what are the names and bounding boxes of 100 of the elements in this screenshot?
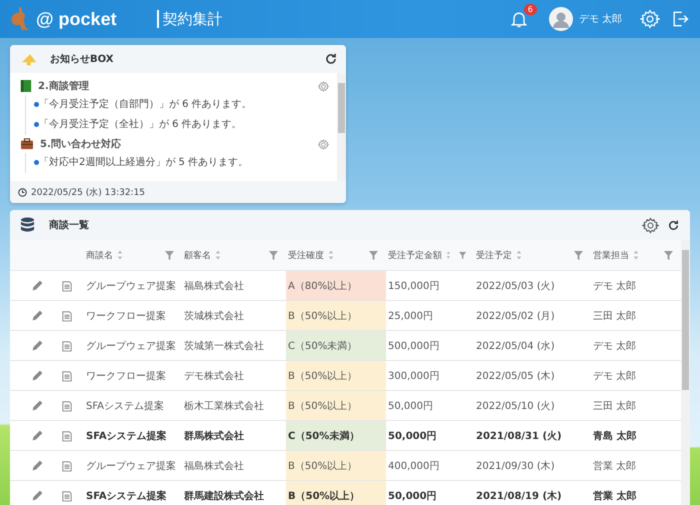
page-title: 契約集計 [162, 10, 223, 28]
probability-cell: B（50%以上） [286, 361, 386, 390]
avatar-icon[interactable] [548, 7, 573, 31]
document-icon[interactable] [62, 490, 72, 502]
filter-icon[interactable] [664, 250, 673, 260]
settings-icon[interactable] [642, 216, 659, 234]
table-cell-text: 50,000円 [387, 490, 438, 504]
scrollbar[interactable] [681, 240, 690, 505]
panel-title: 商談一覧 [49, 218, 89, 232]
table-cell-text: 50,000円 [387, 400, 434, 414]
table-cell-text: 群馬株式会社 [183, 430, 245, 444]
edit-icon[interactable] [30, 429, 44, 442]
table-cell-text: 青島 太郎 [592, 429, 638, 444]
table-cell-text: 400,000円 [387, 460, 440, 474]
notice-link[interactable]: 「今月受注予定（自部門）」が 6 件あります。 [39, 97, 252, 111]
table-cell-text: 300,000円 [387, 370, 440, 384]
document-icon[interactable] [62, 400, 72, 412]
filter-icon[interactable] [369, 250, 378, 260]
scrollbar[interactable] [337, 73, 346, 181]
sort-icon[interactable] [328, 250, 334, 260]
table-cell-text: 三田 太郎 [592, 400, 638, 414]
table-cell-text: デモ株式会社 [183, 370, 245, 384]
notification-badge: 6 [524, 4, 537, 15]
filter-icon[interactable] [269, 250, 278, 260]
probability-cell: B（50%以上） [286, 451, 386, 480]
edit-icon[interactable] [30, 339, 44, 352]
notice-link[interactable]: 「対応中2週間以上経過分」が 5 件あります。 [39, 155, 248, 169]
table-cell-text: 2022/05/02 (月) [475, 310, 556, 324]
document-icon[interactable] [62, 340, 72, 352]
sort-icon[interactable] [446, 250, 451, 260]
table-cell-text: 2022/05/03 (火) [475, 280, 556, 294]
document-icon[interactable] [62, 370, 72, 382]
table-cell-text: 2022/05/04 (水) [475, 340, 556, 354]
table-cell-text: 25,000円 [387, 310, 434, 324]
table-cell-text: 営業 太郎 [592, 489, 638, 504]
table-cell-text: 2021/09/30 (木) [475, 460, 556, 474]
table-cell-text: 営業 太郎 [592, 460, 638, 474]
filter-icon[interactable] [165, 250, 174, 260]
clock-icon [18, 188, 27, 196]
table-cell-text: 500,000円 [387, 340, 440, 354]
sort-icon[interactable] [516, 250, 522, 260]
column-header[interactable]: 受注確度 [286, 248, 324, 262]
probability-cell: B（50%以上） [286, 391, 386, 420]
timestamp: 2022/05/25 (水) 13:32:15 [31, 186, 146, 198]
table-cell-text: デモ 太郎 [592, 280, 638, 294]
sort-icon[interactable] [215, 250, 221, 260]
edit-icon[interactable] [30, 309, 44, 322]
document-icon[interactable] [62, 310, 72, 322]
sort-icon[interactable] [633, 250, 639, 260]
table-cell-text: ワークフロー提案 [85, 310, 167, 324]
edit-icon[interactable] [30, 459, 44, 472]
probability-cell: C（50%未満） [286, 421, 386, 450]
book-icon [20, 79, 32, 93]
settings-icon[interactable] [318, 80, 329, 92]
edit-icon[interactable] [30, 369, 44, 382]
app-logo[interactable]: @ pocket [36, 8, 117, 30]
table-cell-text: 2021/08/31 (火) [475, 430, 563, 444]
document-icon[interactable] [62, 430, 72, 442]
column-header[interactable]: 商談名 [84, 248, 113, 262]
table-cell-text: SFAシステム提案 [85, 400, 166, 414]
column-header[interactable]: 顧客名 [182, 248, 211, 262]
edit-icon[interactable] [30, 399, 44, 412]
document-icon[interactable] [62, 280, 72, 292]
table-cell-text: 三田 太郎 [592, 310, 638, 324]
document-icon[interactable] [62, 460, 72, 472]
table-cell-text: 2022/05/05 (木) [475, 370, 556, 384]
probability-cell: B（50%以上） [286, 481, 386, 505]
table-cell-text: 2022/05/10 (火) [475, 400, 556, 414]
filter-icon[interactable] [458, 250, 466, 260]
probability-cell: A（80%以上） [286, 271, 386, 300]
table-cell-text: ワークフロー提案 [85, 370, 167, 384]
group-title: 2.商談管理 [38, 79, 89, 93]
table-cell-text: デモ 太郎 [592, 370, 638, 384]
table-cell-text: 茨城第一株式会社 [183, 340, 265, 354]
table-cell-text: 栃木工業株式会社 [183, 400, 265, 414]
table-cell-text: SFAシステム提案 [85, 489, 168, 504]
edit-icon[interactable] [30, 279, 44, 292]
probability-cell: B（50%以上） [286, 301, 386, 330]
filter-icon[interactable] [574, 250, 583, 260]
probability-cell: C（50%未満） [286, 331, 386, 360]
column-header[interactable]: 受注予定金額 [386, 248, 442, 262]
settings-icon[interactable] [318, 138, 329, 150]
table-cell-text: グループウェア提案 [85, 340, 177, 354]
table-cell-text: 50,000円 [387, 430, 438, 444]
database-icon [20, 216, 35, 234]
panel-title: お知らせBOX [50, 52, 114, 66]
table-cell-text: 福島株式会社 [183, 460, 245, 474]
column-header[interactable]: 受注予定 [474, 248, 512, 262]
briefcase-icon [20, 138, 34, 150]
table-cell-text: 群馬建設株式会社 [183, 490, 265, 504]
refresh-icon[interactable] [324, 52, 338, 66]
table-cell-text: グループウェア提案 [85, 460, 177, 474]
group-title: 5.問い合わせ対応 [40, 137, 121, 151]
table-cell-text: デモ 太郎 [592, 340, 638, 354]
notice-link[interactable]: 「今月受注予定（全社）」が 6 件あります。 [39, 117, 242, 131]
table-cell-text: 福島株式会社 [183, 280, 245, 294]
column-header[interactable]: 営業担当 [591, 248, 629, 262]
refresh-icon[interactable] [667, 218, 680, 232]
sort-icon[interactable] [117, 250, 123, 260]
edit-icon[interactable] [30, 489, 44, 502]
